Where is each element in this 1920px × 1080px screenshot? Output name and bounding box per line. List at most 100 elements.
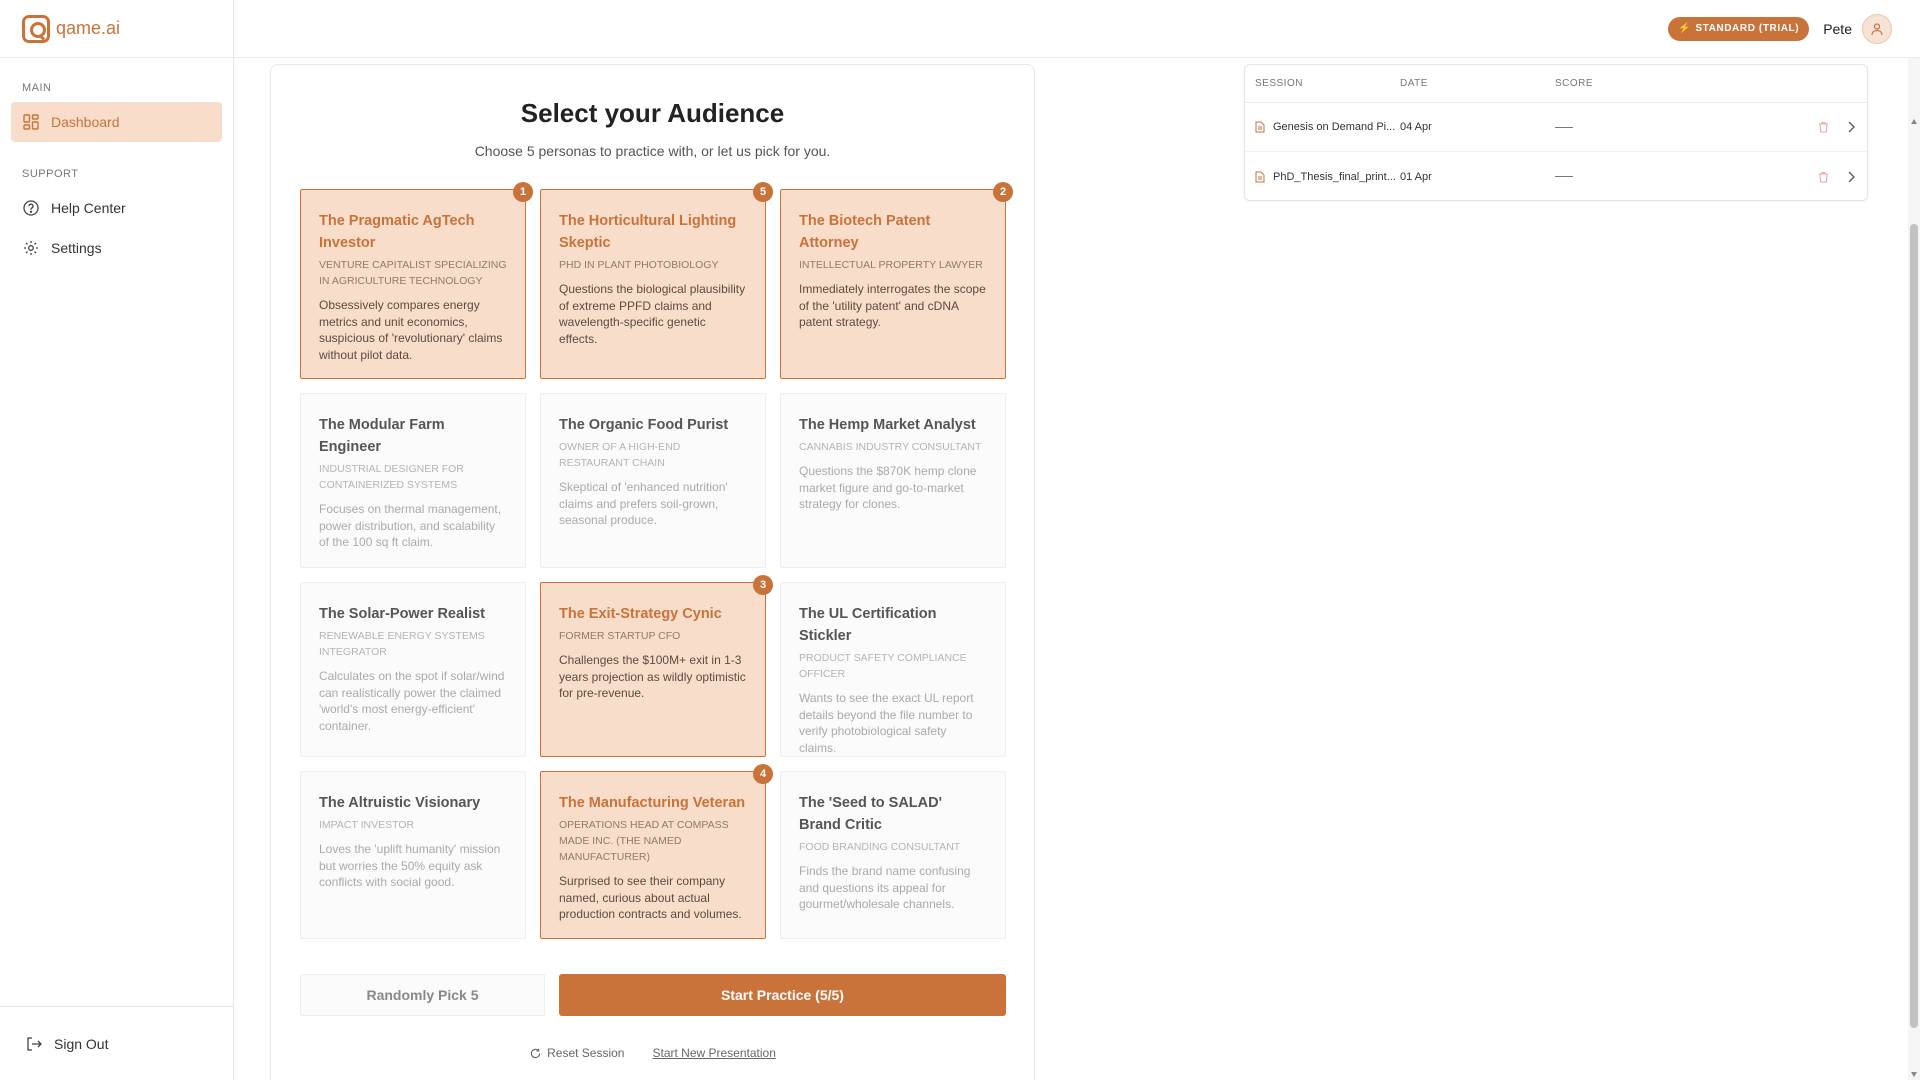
- session-name: PhD_Thesis_final_print...: [1273, 170, 1396, 183]
- persona-description: Loves the 'uplift humanity' mission but …: [319, 842, 501, 889]
- sidebar-item-dashboard[interactable]: Dashboard: [11, 102, 222, 142]
- reset-session-label: Reset Session: [547, 1046, 625, 1060]
- table-row[interactable]: PhD_Thesis_final_print... 01 Apr: [1245, 152, 1867, 201]
- dashboard-icon: [22, 113, 40, 131]
- audience-panel: Select your Audience Choose 5 personas t…: [270, 64, 1035, 1080]
- reset-session-link[interactable]: Reset Session: [530, 1046, 624, 1060]
- avatar[interactable]: [1862, 13, 1892, 44]
- persona-card[interactable]: The Horticultural Lighting Skeptic PHD IN…: [540, 182, 773, 379]
- help-icon: [22, 199, 40, 217]
- persona-role: OPERATIONS HEAD AT COMPASS MADE INC. (TH…: [559, 819, 729, 863]
- persona-card[interactable]: The Hemp Market Analyst CANNABIS INDUSTRY…: [780, 393, 1006, 568]
- sidebar-item-help-center[interactable]: Help Center: [11, 188, 222, 228]
- persona-description: Finds the brand name confusing and quest…: [799, 864, 971, 911]
- persona-name: The Organic Food Purist: [559, 417, 729, 433]
- document-icon: [1255, 171, 1265, 182]
- persona-description: Questions the $870K hemp clone market fi…: [799, 464, 977, 511]
- sidebar: qame.ai MAIN Dashboard SUPPORT Help Cent…: [0, 0, 234, 1080]
- nav-section-support: SUPPORT: [22, 168, 79, 180]
- persona-card[interactable]: The Modular Farm Engineer INDUSTRIAL DESI…: [300, 393, 526, 568]
- trash-icon[interactable]: [1818, 171, 1829, 183]
- selection-order-badge: 1: [513, 182, 533, 202]
- top-bar: ⚡ STANDARD (TRIAL) Pete: [234, 0, 1920, 58]
- persona-role: FOOD BRANDING CONSULTANT: [799, 841, 961, 853]
- persona-description: Immediately interrogates the scope of th…: [799, 282, 986, 329]
- session-cell: PhD_Thesis_final_print...: [1245, 171, 1400, 183]
- persona-name: The Solar-Power Realist: [319, 606, 485, 622]
- trash-icon[interactable]: [1818, 121, 1829, 133]
- plan-badge[interactable]: ⚡ STANDARD (TRIAL): [1668, 16, 1810, 41]
- persona-description: Questions the biological plausibility of…: [559, 282, 746, 346]
- column-date: DATE: [1400, 78, 1428, 89]
- gear-icon: [22, 239, 40, 257]
- brand-name: qame.ai: [56, 18, 121, 38]
- session-date: 04 Apr: [1400, 121, 1432, 133]
- action-bar: Randomly Pick 5 Start Practice (5/5): [300, 974, 1006, 1016]
- persona-name: The 'Seed to SALAD' Brand Critic: [799, 795, 943, 833]
- session-date: 01 Apr: [1400, 170, 1432, 183]
- scrollbar-thumb[interactable]: [1910, 224, 1918, 1028]
- persona-role: RENEWABLE ENERGY SYSTEMS INTEGRATOR: [319, 630, 485, 658]
- scroll-up-icon[interactable]: [1911, 119, 1917, 124]
- persona-name: The Exit-Strategy Cynic: [559, 606, 722, 622]
- sidebar-item-label: Settings: [51, 240, 102, 256]
- persona-description: Challenges the $100M+ exit in 1-3 years …: [559, 653, 746, 700]
- persona-description: Surprised to see their company named, cu…: [559, 874, 742, 921]
- persona-name: The Horticultural Lighting Skeptic: [559, 213, 737, 251]
- persona-description: Calculates on the spot if solar/wind can…: [319, 669, 505, 733]
- user-icon: [1871, 22, 1883, 35]
- session-score: [1555, 171, 1797, 183]
- chevron-right-icon[interactable]: [1847, 171, 1855, 183]
- selection-order-badge: 2: [993, 182, 1013, 202]
- empty-score-dash: [1555, 126, 1573, 128]
- persona-description: Skeptical of 'enhanced nutrition' claims…: [559, 480, 728, 527]
- persona-card[interactable]: The 'Seed to SALAD' Brand Critic FOOD BRA…: [780, 771, 1006, 939]
- persona-card[interactable]: The Biotech Patent Attorney INTELLECTUAL …: [780, 182, 1013, 379]
- document-icon: [1255, 121, 1265, 133]
- sign-out-button[interactable]: Sign Out: [14, 1024, 108, 1064]
- sidebar-footer: Sign Out: [0, 1006, 233, 1080]
- sign-out-icon: [25, 1035, 43, 1053]
- session-score: [1555, 121, 1797, 133]
- empty-score-dash: [1555, 176, 1573, 178]
- nav-section-main: MAIN: [22, 82, 52, 94]
- persona-description: Focuses on thermal management, power dis…: [319, 502, 502, 549]
- table-row[interactable]: Genesis on Demand Pi... 04 Apr: [1245, 103, 1867, 152]
- persona-role: OWNER OF A HIGH-END RESTAURANT CHAIN: [559, 441, 681, 469]
- persona-role: IMPACT INVESTOR: [319, 819, 415, 831]
- persona-name: The UL Certification Stickler: [799, 606, 937, 644]
- sign-out-label: Sign Out: [54, 1035, 109, 1052]
- persona-card[interactable]: The Pragmatic AgTech Investor VENTURE CAP…: [300, 182, 533, 379]
- persona-card[interactable]: The UL Certification Stickler PRODUCT SAF…: [780, 582, 1006, 757]
- persona-card[interactable]: The Altruistic Visionary IMPACT INVESTOR L…: [300, 771, 526, 939]
- column-score: SCORE: [1555, 78, 1594, 89]
- sidebar-item-settings[interactable]: Settings: [11, 228, 222, 268]
- session-name: Genesis on Demand Pi...: [1273, 121, 1396, 133]
- persona-description: Obsessively compares energy metrics and …: [319, 298, 503, 362]
- persona-name: The Pragmatic AgTech Investor: [319, 213, 475, 251]
- selection-order-badge: 4: [753, 764, 773, 784]
- persona-card[interactable]: The Solar-Power Realist RENEWABLE ENERGY …: [300, 582, 526, 757]
- random-pick-button[interactable]: Randomly Pick 5: [300, 974, 545, 1016]
- persona-role: INDUSTRIAL DESIGNER FOR CONTAINERIZED SY…: [319, 463, 464, 491]
- scroll-down-icon[interactable]: [1911, 1072, 1917, 1077]
- bolt-icon: ⚡: [1678, 23, 1692, 34]
- persona-card[interactable]: The Exit-Strategy Cynic FORMER STARTUP CF…: [540, 575, 773, 757]
- refresh-icon: [530, 1048, 541, 1058]
- selection-order-badge: 5: [753, 182, 773, 202]
- sidebar-item-label: Dashboard: [51, 114, 120, 130]
- persona-role: VENTURE CAPITALIST SPECIALIZING IN AGRIC…: [319, 259, 507, 287]
- user-name[interactable]: Pete: [1823, 21, 1852, 37]
- new-presentation-link[interactable]: Start New Presentation: [652, 1046, 775, 1060]
- sidebar-item-label: Help Center: [51, 200, 126, 216]
- row-actions: [1797, 121, 1867, 133]
- chevron-right-icon[interactable]: [1847, 121, 1855, 133]
- brand[interactable]: qame.ai: [0, 0, 233, 58]
- persona-card[interactable]: The Organic Food Purist OWNER OF A HIGH-E…: [540, 393, 766, 568]
- persona-name: The Manufacturing Veteran: [559, 795, 746, 811]
- page-subtitle: Choose 5 personas to practice with, or l…: [474, 143, 831, 159]
- persona-role: FORMER STARTUP CFO: [559, 630, 681, 642]
- persona-card[interactable]: The Manufacturing Veteran OPERATIONS HEAD…: [540, 764, 773, 939]
- persona-role: CANNABIS INDUSTRY CONSULTANT: [799, 441, 982, 453]
- start-practice-button[interactable]: Start Practice (5/5): [559, 974, 1006, 1016]
